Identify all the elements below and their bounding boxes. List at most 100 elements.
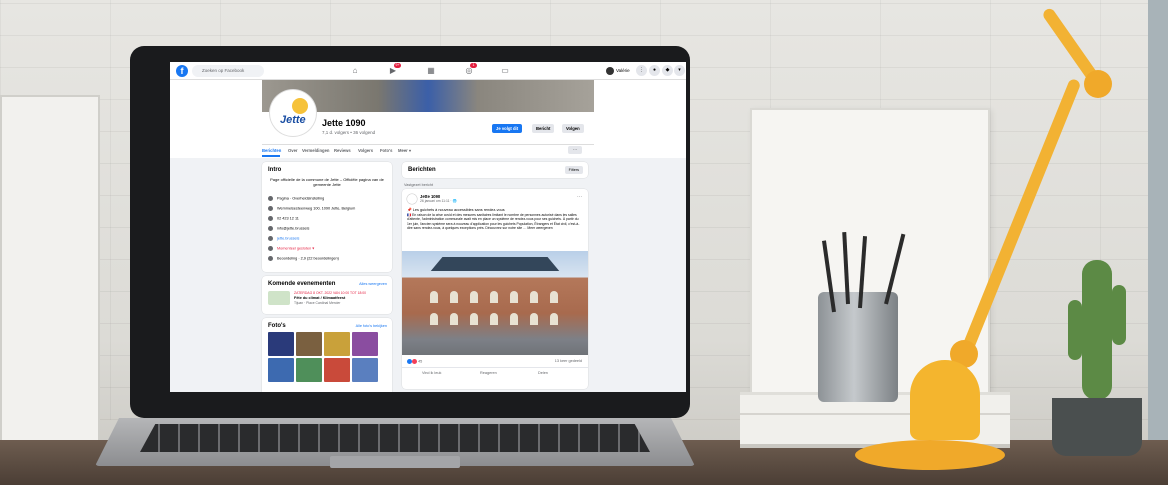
info-email[interactable]: info@jette.brussels [268,226,309,232]
building-window [530,313,538,325]
tab-mentions[interactable]: Vermeldingen [302,148,329,153]
tab-more[interactable]: Meer ▾ [398,148,411,153]
gaming-icon[interactable]: ▭ [500,66,510,76]
building-window [450,291,458,303]
avatar [606,66,614,75]
profile-picture[interactable]: Jette [270,90,316,136]
info-phone[interactable]: 02 423 12 11 [268,216,299,222]
lamp-joint [1084,70,1112,98]
pinned-post-label: Vastgezet bericht [404,183,434,187]
event-place: Tijuan · Place Cardinal Mercier [294,301,341,305]
tab-posts[interactable]: Berichten [262,148,281,153]
info-hours[interactable]: Momenteel gesloten ▾ [268,246,314,252]
facebook-logo-icon[interactable]: f [176,65,188,77]
logo-sun-icon [292,98,308,114]
notification-badge: 9+ [394,63,401,68]
building-window [510,291,518,303]
reactions-count: 45 [418,359,423,364]
photo-thumbnail[interactable] [296,332,322,356]
post-author-avatar[interactable] [407,194,417,204]
active-tab-indicator [262,155,280,157]
cactus [1082,260,1112,400]
like-button[interactable]: Volgen [562,124,584,133]
more-options-button[interactable]: ··· [568,146,582,154]
marketplace-icon[interactable]: ▦ [426,66,436,76]
post-photo[interactable] [402,251,588,355]
photo-thumbnail[interactable] [324,358,350,382]
star-icon [268,256,273,261]
photo-thumbnail[interactable] [268,332,294,356]
tab-photos[interactable]: Foto's [380,148,392,153]
cactus-arm [1112,285,1126,345]
post-options-icon[interactable]: ··· [577,194,582,200]
post-card: Jette 1090 26 januari om 11:11 · 🌐 ··· 📌… [402,189,588,389]
building-window [430,291,438,303]
home-icon[interactable]: ⌂ [350,66,360,76]
clock-icon [268,246,273,251]
post-actions: Vind ik leuk Reageren Delen [402,367,588,377]
events-card: Komende evenementen Alles weergeven ZATE… [262,276,392,314]
cactus-arm [1068,300,1082,360]
picture-frame-left [0,95,100,455]
info-address[interactable]: Wemmelsesteenweg 100, 1090 Jette, Belgiu… [268,206,355,212]
trackpad [330,456,460,468]
filters-button[interactable]: Filters [564,166,583,174]
laptop-screen: f Zoeken op Facebook ⌂ ▶ 9+ ▦ ◎ 1 ▭ Valé… [170,62,686,392]
event-thumbnail[interactable] [268,291,290,305]
photo-thumbnail[interactable] [268,358,294,382]
messenger-icon[interactable]: ● [649,65,660,76]
photo-thumbnail[interactable] [324,332,350,356]
page-followers: 7,1 d. volgers • 36 volgend [322,130,376,135]
posts-title: Berichten [408,167,436,173]
message-button[interactable]: Bericht [532,124,555,133]
globe-icon [268,236,273,241]
video-icon[interactable]: ▶ 9+ [388,63,401,76]
intro-title: Intro [268,167,282,173]
notification-badge: 1 [470,63,477,68]
background-scene: f Zoeken op Facebook ⌂ ▶ 9+ ▦ ◎ 1 ▭ Valé… [0,0,1168,485]
intro-card: Intro Page officielle de la commune de J… [262,162,392,272]
events-see-all-link[interactable]: Alles weergeven [359,282,387,286]
info-rating[interactable]: Beoordeling · 2,9 (22 beoordelingen) [268,256,339,262]
photo-thumbnail[interactable] [352,332,378,356]
share-button[interactable]: Delen [538,371,548,375]
user-name: Valérie [616,68,630,73]
groups-icon[interactable]: ◎ 1 [464,63,477,76]
posts-header-card: Berichten Filters [402,162,588,178]
comment-button[interactable]: Reageren [480,371,497,375]
photos-card: Foto's Alle foto's bekijken [262,318,392,392]
tab-about[interactable]: Over [288,148,298,153]
follow-button[interactable]: Je volgt dit [492,124,523,133]
tab-followers[interactable]: Volgers [358,148,373,153]
event-title[interactable]: Fête du climat / Klimaatfeest [294,296,345,300]
pencil-cup [818,292,898,402]
menu-icon[interactable]: ⋮ [636,65,647,76]
building-window [550,291,558,303]
post-headline: 📌 Les guichets à nouveau accessibles san… [407,208,505,212]
intro-description: Page officielle de la commune de Jette –… [270,177,384,187]
cactus-pot [1052,398,1142,456]
like-post-button[interactable]: Vind ik leuk [422,371,441,375]
building-window [470,313,478,325]
account-chevron-icon[interactable]: ▾ [674,65,685,76]
photo-thumbnail[interactable] [296,358,322,382]
lamp-base [855,440,1005,470]
building-window [530,291,538,303]
building-window [550,313,558,325]
building-roof [430,257,560,271]
tab-reviews[interactable]: Reviews [334,148,351,153]
shares-count[interactable]: 13 keer gedeeld [555,359,582,363]
bell-icon[interactable]: ◆ [662,65,673,76]
building-window [470,291,478,303]
page-tabs: Berichten Over Vermeldingen Reviews Volg… [262,144,594,157]
info-website[interactable]: jette.brussels [268,236,299,242]
location-icon [268,206,273,211]
photo-thumbnail[interactable] [352,358,378,382]
post-date[interactable]: 26 januari om 11:11 · 🌐 [420,199,457,203]
reactions-summary[interactable]: 45 [407,359,422,364]
photos-see-all-link[interactable]: Alle foto's bekijken [356,324,387,328]
page-title: Jette 1090 [322,118,366,128]
building-window [510,313,518,325]
user-profile-chip[interactable]: Valérie [606,65,630,77]
search-input[interactable]: Zoeken op Facebook [192,65,264,77]
